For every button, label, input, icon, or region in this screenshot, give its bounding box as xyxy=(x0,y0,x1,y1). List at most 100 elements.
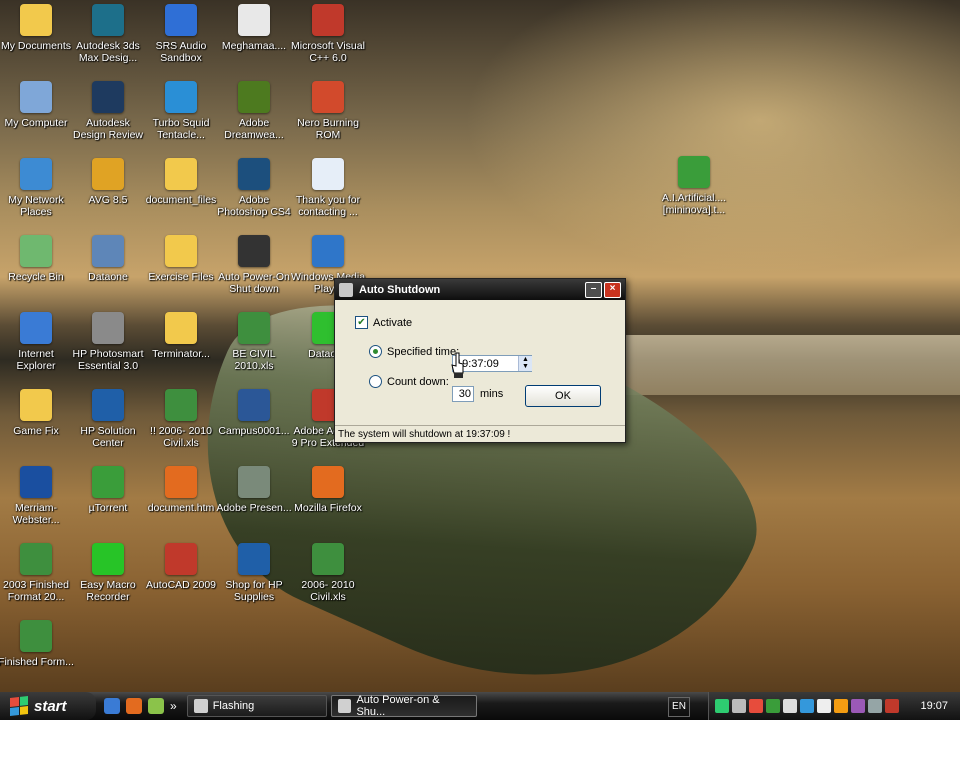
desktop-icon[interactable]: Game Fix xyxy=(0,389,74,437)
shield-tray-icon[interactable] xyxy=(851,699,865,713)
visual-cpp-icon xyxy=(312,4,344,36)
desktop-icon-label: BE CIVIL 2010.xls xyxy=(232,348,276,372)
desktop-icon-label: Nero Burning ROM xyxy=(297,117,359,141)
desktop-icon[interactable]: Autodesk Design Review xyxy=(70,81,146,141)
desktop-icon-label: Auto Power-On Shut down xyxy=(218,271,290,295)
folder-icon xyxy=(165,235,197,267)
desktop-icon[interactable]: HP Photosmart Essential 3.0 xyxy=(70,312,146,372)
desktop-icon[interactable]: Finished Form... xyxy=(0,620,74,668)
desktop-icon[interactable]: A.I.Artificial.... [mininova].t... xyxy=(656,156,732,216)
minimize-button[interactable]: – xyxy=(585,281,602,298)
desktop-icon[interactable]: document.htm xyxy=(143,466,219,514)
paint-quicklaunch-icon[interactable] xyxy=(148,698,164,714)
firefox-icon xyxy=(312,466,344,498)
countdown-input[interactable]: 30 xyxy=(452,386,474,402)
desktop-icon[interactable]: Terminator... xyxy=(143,312,219,360)
desktop-icon[interactable]: Meghamaa.... xyxy=(216,4,292,52)
desktop-icon[interactable]: Nero Burning ROM xyxy=(290,81,366,141)
desktop-icon[interactable]: µTorrent xyxy=(70,466,146,514)
time-spinner[interactable]: ▲ ▼ xyxy=(518,356,532,371)
desktop-icon[interactable]: Turbo Squid Tentacle... xyxy=(143,81,219,141)
network-tray-icon[interactable] xyxy=(800,699,814,713)
nero-icon xyxy=(312,81,344,113)
desktop-icon[interactable]: Dataone xyxy=(70,235,146,283)
desktop-icon[interactable]: 2006- 2010 Civil.xls xyxy=(290,543,366,603)
language-indicator[interactable]: EN xyxy=(668,697,690,717)
desktop-icon[interactable]: AutoCAD 2009 xyxy=(143,543,219,591)
printer-tray-icon[interactable] xyxy=(783,699,797,713)
desktop-icon[interactable]: Mozilla Firefox xyxy=(290,466,366,514)
folder-icon xyxy=(20,4,52,36)
presenter-icon xyxy=(238,466,270,498)
desktop-icon-label: Campus0001... xyxy=(218,425,290,437)
monitor-tray-icon[interactable] xyxy=(732,699,746,713)
start-button[interactable]: start xyxy=(0,692,96,720)
checkmark-icon[interactable]: ✔ xyxy=(355,316,368,329)
desktop-icon[interactable]: Microsoft Visual C++ 6.0 xyxy=(290,4,366,64)
task-button-auto-power[interactable]: Auto Power-on & Shu... xyxy=(330,694,477,718)
desktop-icon[interactable]: BE CIVIL 2010.xls xyxy=(216,312,292,372)
radio-selected-icon[interactable] xyxy=(369,345,382,358)
ie-quicklaunch-icon[interactable] xyxy=(104,698,120,714)
desktop-icon[interactable]: Exercise Files xyxy=(143,235,219,283)
close-button[interactable]: × xyxy=(604,281,621,298)
dialog-titlebar[interactable]: Auto Shutdown – × xyxy=(335,279,625,300)
macro-tray-icon[interactable] xyxy=(715,699,729,713)
sync-tray-icon[interactable] xyxy=(868,699,882,713)
desktop-icon[interactable]: Merriam-Webster... xyxy=(0,466,74,526)
excel-icon xyxy=(20,543,52,575)
specified-time-radio[interactable]: Specified time: xyxy=(369,345,459,358)
specified-time-label: Specified time: xyxy=(387,345,460,358)
excel-icon xyxy=(165,389,197,421)
desktop-icon[interactable]: document_files xyxy=(143,158,219,206)
desktop-icon-label: Exercise Files xyxy=(148,271,214,283)
desktop-icon[interactable]: Shop for HP Supplies xyxy=(216,543,292,603)
desktop-icon[interactable]: AVG 8.5 xyxy=(70,158,146,206)
adobe-tray-icon[interactable] xyxy=(749,699,763,713)
alert-tray-icon[interactable] xyxy=(885,699,899,713)
clock[interactable]: 19:07 xyxy=(920,700,948,712)
desktop-icon-label: AVG 8.5 xyxy=(88,194,128,206)
desktop-icon[interactable]: Thank you for contacting ... xyxy=(290,158,366,218)
auto-shutdown-dialog: Auto Shutdown – × ✔ Activate Specified t… xyxy=(334,278,626,443)
task-button-flashing[interactable]: Flashing xyxy=(186,695,327,717)
desktop-icon-label: SRS Audio Sandbox xyxy=(155,40,207,64)
recycle-bin-icon xyxy=(20,235,52,267)
activate-checkbox[interactable]: ✔ Activate xyxy=(355,316,412,329)
desktop-icon[interactable]: Adobe Dreamwea... xyxy=(216,81,292,141)
dreamweaver-icon xyxy=(238,81,270,113)
word-icon xyxy=(238,389,270,421)
desktop-icon[interactable]: Autodesk 3ds Max Desig... xyxy=(70,4,146,64)
desktop-icon-label: document.htm xyxy=(147,502,215,514)
avg-tray-icon[interactable] xyxy=(834,699,848,713)
desktop-icon[interactable]: !! 2006- 2010 Civil.xls xyxy=(143,389,219,449)
desktop-icon[interactable]: Easy Macro Recorder xyxy=(70,543,146,603)
merriam-webster-icon xyxy=(20,466,52,498)
desktop-icon[interactable]: Internet Explorer xyxy=(0,312,74,372)
radio-unselected-icon[interactable] xyxy=(369,375,382,388)
desktop-icon-label: Autodesk Design Review xyxy=(72,117,144,141)
desktop-icon[interactable]: 2003 Finished Format 20... xyxy=(0,543,74,603)
desktop-icon[interactable]: SRS Audio Sandbox xyxy=(143,4,219,64)
desktop-icon[interactable]: My Network Places xyxy=(0,158,74,218)
desktop-icon[interactable]: Auto Power-On Shut down xyxy=(216,235,292,295)
ok-button[interactable]: OK xyxy=(525,385,601,407)
firefox-quicklaunch-icon[interactable] xyxy=(126,698,142,714)
speaker-tray-icon[interactable] xyxy=(817,699,831,713)
excel-icon xyxy=(312,543,344,575)
desktop-icon[interactable]: Adobe Presen... xyxy=(216,466,292,514)
desktop-icon[interactable]: Adobe Photoshop CS4 xyxy=(216,158,292,218)
start-label: start xyxy=(34,697,67,715)
app-icon xyxy=(339,282,353,297)
hp-icon xyxy=(92,389,124,421)
desktop-icon[interactable]: My Computer xyxy=(0,81,74,129)
desktop-icon[interactable]: My Documents xyxy=(0,4,74,52)
desktop-icon[interactable]: Recycle Bin xyxy=(0,235,74,283)
countdown-label: Count down: xyxy=(387,375,449,388)
desktop-icon[interactable]: HP Solution Center xyxy=(70,389,146,449)
quicklaunch-chevron-icon[interactable]: » xyxy=(170,699,177,713)
dialog-statusbar: The system will shutdown at 19:37:09 ! xyxy=(335,425,625,442)
utorrent-tray-icon[interactable] xyxy=(766,699,780,713)
desktop-icon[interactable]: Campus0001... xyxy=(216,389,292,437)
countdown-radio[interactable]: Count down: xyxy=(369,375,449,388)
